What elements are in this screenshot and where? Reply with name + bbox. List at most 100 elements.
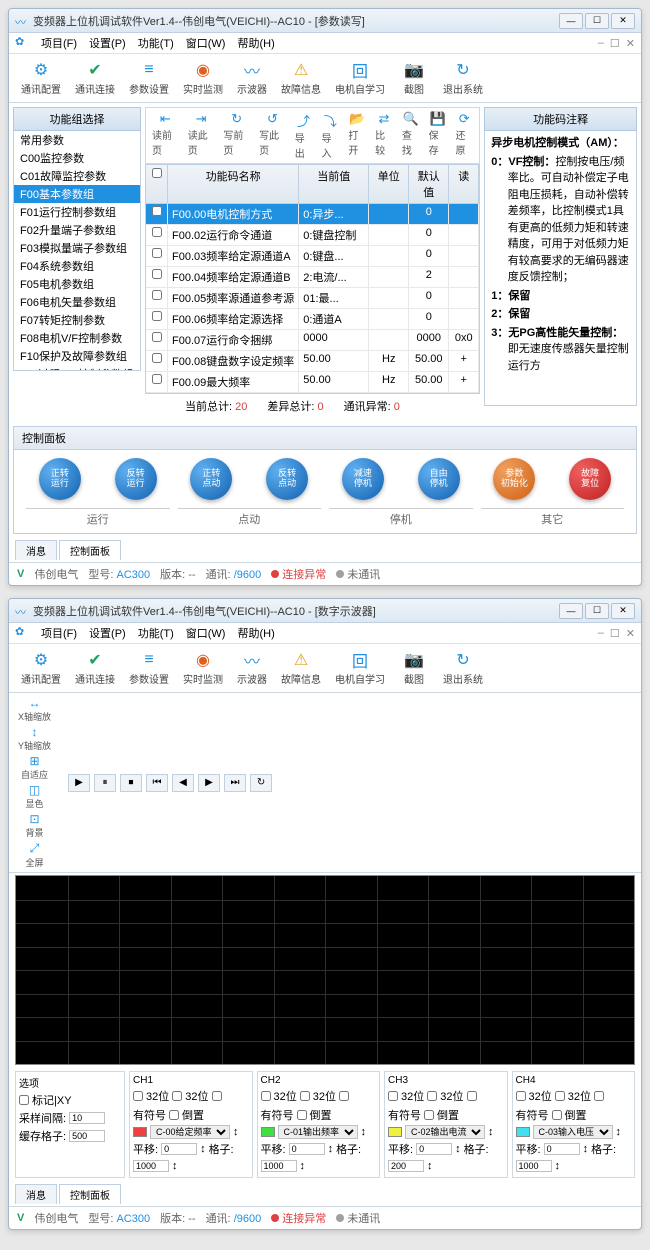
mdi-dash-icon[interactable]: – xyxy=(598,37,604,50)
close-button[interactable]: ✕ xyxy=(611,603,635,619)
mdi-sq-icon[interactable]: ☐ xyxy=(610,37,620,50)
row-checkbox[interactable] xyxy=(152,227,162,237)
scale-input[interactable] xyxy=(261,1160,297,1172)
tree-item[interactable]: F03模拟量端子参数组 xyxy=(14,239,140,257)
color-swatch[interactable] xyxy=(133,1127,147,1137)
tree-item[interactable]: F00基本参数组 xyxy=(14,185,140,203)
shift-input[interactable] xyxy=(416,1143,452,1155)
tool-退出系统[interactable]: ↻退出系统 xyxy=(437,58,489,98)
row-checkbox[interactable] xyxy=(152,332,162,342)
signal-select[interactable]: C-03输入电压 xyxy=(533,1125,613,1139)
tool-参数设置[interactable]: ≡参数设置 xyxy=(123,648,175,688)
tree-item[interactable]: C01故障监控参数 xyxy=(14,167,140,185)
subtool-读此页[interactable]: ⇥读此页 xyxy=(184,110,219,161)
table-row[interactable]: F00.09最大频率 50.00 Hz 50.00 + xyxy=(146,372,479,393)
round-btn-正转运行[interactable]: 正转运行 xyxy=(39,458,81,500)
round-btn-反转点动[interactable]: 反转点动 xyxy=(266,458,308,500)
menu-设置(P)[interactable]: 设置(P) xyxy=(83,626,132,642)
row-checkbox[interactable] xyxy=(152,374,162,384)
table-row[interactable]: F00.04频率给定源通道B 2:电流/... 2 xyxy=(146,267,479,288)
th-checkbox[interactable] xyxy=(146,165,168,203)
tree-item[interactable]: F05电机参数组 xyxy=(14,275,140,293)
sample-interval-input[interactable] xyxy=(69,1112,105,1124)
shift-input[interactable] xyxy=(289,1143,325,1155)
scope-tool-X轴缩放[interactable]: ↔X轴缩放 xyxy=(15,695,54,724)
subtool-导出[interactable]: ⤴导出 xyxy=(291,110,317,161)
minimize-button[interactable]: — xyxy=(559,13,583,29)
tree-item[interactable]: F07转矩控制参数 xyxy=(14,311,140,329)
round-btn-自由停机[interactable]: 自由停机 xyxy=(418,458,460,500)
row-checkbox[interactable] xyxy=(152,206,162,216)
tool-通讯连接[interactable]: ✔通讯连接 xyxy=(69,58,121,98)
tab-messages[interactable]: 消息 xyxy=(15,540,57,560)
menu-项目(F)[interactable]: 项目(F) xyxy=(35,626,83,642)
scope-canvas[interactable] xyxy=(15,875,635,1065)
scope-tool-显色[interactable]: ◫显色 xyxy=(15,782,54,811)
marker-checkbox[interactable] xyxy=(19,1095,29,1105)
play-btn[interactable]: ⏸ xyxy=(94,774,116,792)
tree-item[interactable]: F06电机矢量参数组 xyxy=(14,293,140,311)
buffer-input[interactable] xyxy=(69,1130,105,1142)
tree-item[interactable]: F08电机V/F控制参数 xyxy=(14,329,140,347)
row-checkbox[interactable] xyxy=(152,353,162,363)
subtool-写此页[interactable]: ↺写此页 xyxy=(255,110,290,161)
scope-tool-背景[interactable]: ⊡背景 xyxy=(15,811,54,840)
tool-截图[interactable]: 📷截图 xyxy=(393,58,435,98)
table-row[interactable]: F00.06频率给定源选择 0:通道A 0 xyxy=(146,309,479,330)
tree-item[interactable]: F01运行控制参数组 xyxy=(14,203,140,221)
color-swatch[interactable] xyxy=(388,1127,402,1137)
scale-input[interactable] xyxy=(388,1160,424,1172)
menu-设置(P)[interactable]: 设置(P) xyxy=(83,36,132,52)
color-swatch[interactable] xyxy=(261,1127,275,1137)
tool-示波器[interactable]: 〰示波器 xyxy=(231,58,273,98)
scale-input[interactable] xyxy=(133,1160,169,1172)
tab-messages[interactable]: 消息 xyxy=(15,1184,57,1204)
shift-input[interactable] xyxy=(544,1143,580,1155)
tool-退出系统[interactable]: ↻退出系统 xyxy=(437,648,489,688)
tool-通讯配置[interactable]: ⚙通讯配置 xyxy=(15,58,67,98)
tool-故障信息[interactable]: ⚠故障信息 xyxy=(275,58,327,98)
row-checkbox[interactable] xyxy=(152,269,162,279)
row-checkbox[interactable] xyxy=(152,311,162,321)
tool-截图[interactable]: 📷截图 xyxy=(393,648,435,688)
tree-item[interactable]: F02升量端子参数组 xyxy=(14,221,140,239)
tool-故障信息[interactable]: ⚠故障信息 xyxy=(275,648,327,688)
close-button[interactable]: ✕ xyxy=(611,13,635,29)
tool-参数设置[interactable]: ≡参数设置 xyxy=(123,58,175,98)
tree-item[interactable]: F10保护及故障参数组 xyxy=(14,347,140,365)
minimize-button[interactable]: — xyxy=(559,603,583,619)
shift-input[interactable] xyxy=(161,1143,197,1155)
tool-示波器[interactable]: 〰示波器 xyxy=(231,648,273,688)
scope-tool-自适应[interactable]: ⊞自适应 xyxy=(15,753,54,782)
scope-tool-Y轴缩放[interactable]: ↕Y轴缩放 xyxy=(15,724,54,753)
tool-电机自学习[interactable]: 回电机自学习 xyxy=(329,58,391,98)
signal-select[interactable]: C-00给定频率 xyxy=(150,1125,230,1139)
tree-item[interactable]: C00监控参数 xyxy=(14,149,140,167)
maximize-button[interactable]: ☐ xyxy=(585,603,609,619)
round-btn-正转点动[interactable]: 正转点动 xyxy=(190,458,232,500)
table-row[interactable]: F00.08键盘数字设定频率 50.00 Hz 50.00 + xyxy=(146,351,479,372)
tree-item[interactable]: 常用参数 xyxy=(14,131,140,149)
subtool-查找[interactable]: 🔍查找 xyxy=(398,110,424,161)
round-btn-故障复位[interactable]: 故障复位 xyxy=(569,458,611,500)
tool-通讯配置[interactable]: ⚙通讯配置 xyxy=(15,648,67,688)
table-row[interactable]: F00.07运行命令捆绑 0000 0000 0x0 xyxy=(146,330,479,351)
tree-item[interactable]: F04系统参数组 xyxy=(14,257,140,275)
mdi-x-icon[interactable]: ✕ xyxy=(626,37,635,50)
subtool-打开[interactable]: 📂打开 xyxy=(344,110,370,161)
play-btn[interactable]: ⏹ xyxy=(120,774,142,792)
function-tree[interactable]: 常用参数C00监控参数C01故障监控参数F00基本参数组F01运行控制参数组F0… xyxy=(13,131,141,371)
play-btn[interactable]: ↻ xyxy=(250,774,272,792)
scope-tool-全屏[interactable]: ⤢全屏 xyxy=(15,840,54,870)
round-btn-参数初始化[interactable]: 参数初始化 xyxy=(493,458,535,500)
table-row[interactable]: F00.00电机控制方式 0:异步... 0 xyxy=(146,204,479,225)
menu-窗口(W)[interactable]: 窗口(W) xyxy=(180,626,232,642)
menu-功能(T)[interactable]: 功能(T) xyxy=(132,36,180,52)
row-checkbox[interactable] xyxy=(152,248,162,258)
table-row[interactable]: F00.05频率源通道参考源 01:最... 0 xyxy=(146,288,479,309)
table-row[interactable]: F00.03频率给定源通道A 0:键盘... 0 xyxy=(146,246,479,267)
play-btn[interactable]: ▶ xyxy=(68,774,90,792)
round-btn-反转运行[interactable]: 反转运行 xyxy=(115,458,157,500)
subtool-写前页[interactable]: ↻写前页 xyxy=(219,110,254,161)
play-btn[interactable]: ⏭ xyxy=(224,774,246,792)
